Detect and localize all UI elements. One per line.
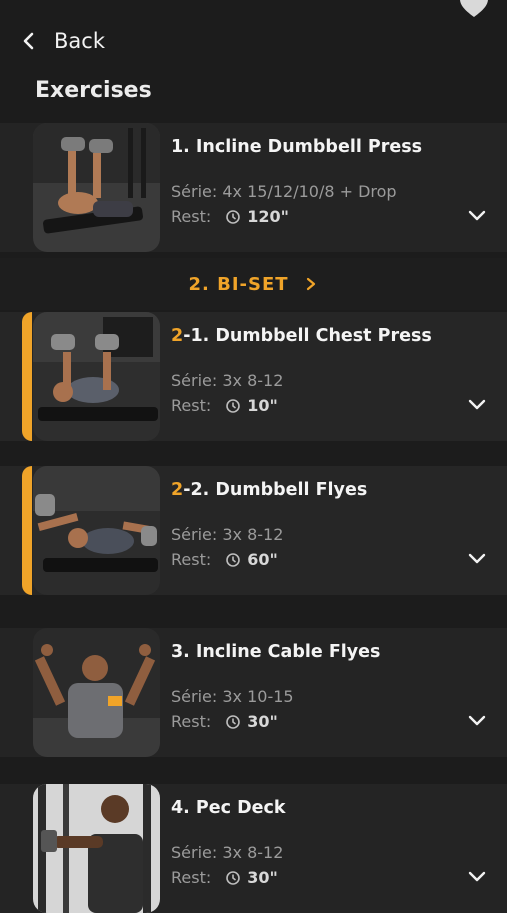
rest-label: Rest: — [171, 868, 212, 887]
timer-icon — [225, 209, 241, 225]
back-button[interactable]: Back — [18, 26, 105, 56]
exercise-rest: Rest: 120" — [171, 207, 289, 226]
rest-value: 30" — [247, 868, 278, 887]
rest-label: Rest: — [171, 712, 212, 731]
biset-label: 2. BI-SET — [188, 273, 289, 295]
exercise-name: 2-1. Dumbbell Chest Press — [171, 326, 432, 346]
rest-value: 60" — [247, 550, 278, 569]
exercise-serie: Série: 3x 8-12 — [171, 843, 284, 862]
exercise-serie: Série: 3x 8-12 — [171, 525, 284, 544]
biset-accent-bar — [22, 466, 32, 595]
chevron-down-icon[interactable] — [467, 548, 487, 568]
exercise-card[interactable]: 2-1. Dumbbell Chest Press Série: 3x 8-12… — [0, 312, 507, 441]
exercise-serie: Série: 4x 15/12/10/8 + Drop — [171, 182, 397, 201]
exercise-thumbnail — [33, 123, 160, 252]
exercise-card[interactable]: 4. Pec Deck Série: 3x 8-12 Rest: 30" — [0, 784, 507, 913]
chevron-down-icon[interactable] — [467, 205, 487, 225]
exercise-name: 1. Incline Dumbbell Press — [171, 137, 423, 157]
exercise-rest: Rest: 30" — [171, 712, 278, 731]
timer-icon — [225, 398, 241, 414]
exercise-rest: Rest: 10" — [171, 396, 278, 415]
rest-label: Rest: — [171, 550, 212, 569]
exercise-thumbnail — [33, 312, 160, 441]
biset-accent-bar — [22, 312, 32, 441]
heart-icon[interactable] — [459, 0, 489, 18]
rest-label: Rest: — [171, 207, 212, 226]
exercise-thumbnail — [33, 784, 160, 913]
exercise-name: 2-2. Dumbbell Flyes — [171, 480, 368, 500]
exercise-rest: Rest: 60" — [171, 550, 278, 569]
chevron-down-icon[interactable] — [467, 710, 487, 730]
page-title: Exercises — [35, 78, 152, 103]
exercise-card[interactable]: 1. Incline Dumbbell Press Série: 4x 15/1… — [0, 123, 507, 252]
chevron-down-icon[interactable] — [467, 866, 487, 886]
top-bar: Back — [0, 0, 507, 70]
rest-value: 30" — [247, 712, 278, 731]
biset-header[interactable]: 2. BI-SET — [0, 258, 507, 310]
exercise-thumbnail — [33, 466, 160, 595]
timer-icon — [225, 870, 241, 886]
chevron-left-icon — [18, 30, 40, 52]
exercise-card[interactable]: 3. Incline Cable Flyes Série: 3x 10-15 R… — [0, 628, 507, 757]
exercise-name: 3. Incline Cable Flyes — [171, 642, 381, 662]
timer-icon — [225, 552, 241, 568]
chevron-down-icon[interactable] — [467, 394, 487, 414]
rest-value: 10" — [247, 396, 278, 415]
exercise-serie: Série: 3x 10-15 — [171, 687, 294, 706]
timer-icon — [225, 714, 241, 730]
exercise-name: 4. Pec Deck — [171, 798, 286, 818]
exercise-rest: Rest: 30" — [171, 868, 278, 887]
exercise-thumbnail — [33, 628, 160, 757]
rest-label: Rest: — [171, 396, 212, 415]
rest-value: 120" — [247, 207, 289, 226]
chevron-right-icon — [303, 276, 319, 292]
exercise-card[interactable]: 2-2. Dumbbell Flyes Série: 3x 8-12 Rest:… — [0, 466, 507, 595]
back-label: Back — [54, 29, 105, 53]
exercise-serie: Série: 3x 8-12 — [171, 371, 284, 390]
